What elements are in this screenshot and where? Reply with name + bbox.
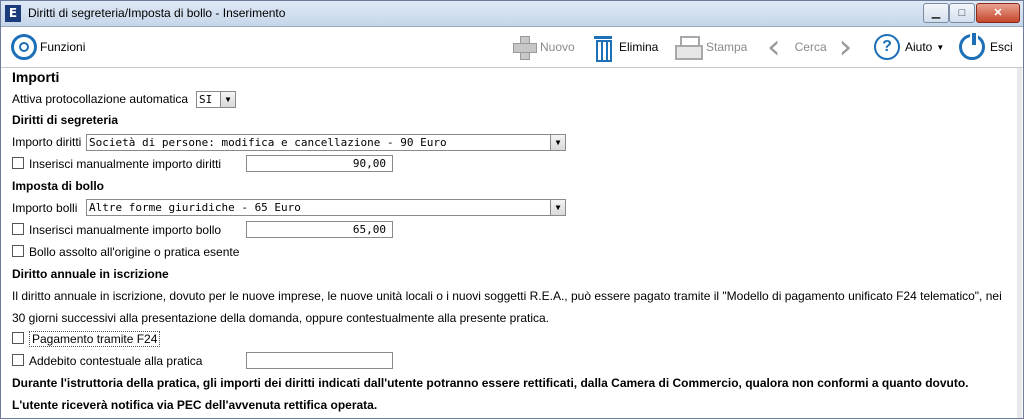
- cerca-label: Cerca: [794, 40, 827, 54]
- manuale-diritti-checkbox[interactable]: [12, 157, 24, 169]
- close-button[interactable]: ✕: [976, 3, 1020, 23]
- app-icon: E: [5, 5, 21, 22]
- bollo-heading: Imposta di bollo: [12, 179, 104, 193]
- plus-icon: [511, 34, 537, 60]
- title-bar: E Diritti di segreteria/Imposta di bollo…: [1, 1, 1023, 27]
- importo-bolli-select[interactable]: Altre forme giuridiche - 65 Euro ▼: [86, 199, 566, 216]
- form-panel: Importi Attiva protocollazione automatic…: [1, 68, 1023, 418]
- importo-diritti-label: Importo diritti: [12, 135, 82, 149]
- maximize-button[interactable]: □: [949, 3, 975, 23]
- toolbar: Funzioni Nuovo Elimina Stampa ‹ Cerca › …: [1, 27, 1023, 68]
- addebito-option[interactable]: Addebito contestuale alla pratica: [12, 354, 202, 368]
- f24-checkbox[interactable]: [12, 332, 24, 344]
- manuale-diritti-label: Inserisci manualmente importo diritti: [29, 157, 222, 171]
- annuale-heading: Diritto annuale in iscrizione: [12, 267, 169, 281]
- f24-option[interactable]: Pagamento tramite F24: [12, 331, 161, 347]
- dropdown-arrow-icon: ▼: [550, 135, 565, 150]
- nuovo-label: Nuovo: [540, 40, 575, 54]
- importo-bolli-value: Altre forme giuridiche - 65 Euro: [89, 201, 301, 214]
- elimina-label: Elimina: [619, 40, 659, 54]
- aiuto-button[interactable]: ? Aiuto ▼: [874, 34, 944, 60]
- importo-bolli-label: Importo bolli: [12, 201, 78, 215]
- f24-label: Pagamento tramite F24: [29, 331, 161, 347]
- app-window: E Diritti di segreteria/Imposta di bollo…: [0, 0, 1024, 419]
- manuale-bollo-label: Inserisci manualmente importo bollo: [29, 223, 222, 237]
- dropdown-arrow-icon: ▼: [220, 92, 235, 107]
- esci-button[interactable]: Esci: [959, 31, 1013, 60]
- esci-label: Esci: [990, 40, 1013, 54]
- power-icon: [959, 31, 985, 60]
- protocollazione-select[interactable]: SI ▼: [196, 91, 236, 108]
- protocollazione-value: SI: [199, 93, 213, 106]
- nuovo-button[interactable]: Nuovo: [511, 34, 575, 60]
- addebito-label: Addebito contestuale alla pratica: [29, 354, 203, 368]
- stampa-button[interactable]: Stampa: [674, 34, 747, 60]
- cerca-button[interactable]: ‹ Cerca ›: [767, 27, 853, 67]
- stampa-label: Stampa: [706, 40, 748, 54]
- manuale-diritti-input[interactable]: 90,00: [246, 155, 393, 172]
- note-line-2: L'utente riceverà notifica via PEC dell'…: [12, 398, 378, 412]
- trash-icon: [593, 34, 613, 62]
- manuale-bollo-input[interactable]: 65,00: [246, 221, 393, 238]
- gear-icon: [11, 34, 37, 60]
- bollo-assolto-label: Bollo assolto all'origine o pratica esen…: [29, 245, 240, 259]
- minimize-button[interactable]: ▁: [923, 3, 949, 23]
- protocollazione-label: Attiva protocollazione automatica: [12, 92, 189, 106]
- help-icon: ?: [874, 34, 900, 60]
- chevron-left-icon: ‹: [767, 27, 781, 67]
- printer-icon: [674, 34, 703, 60]
- bollo-assolto-checkbox[interactable]: [12, 245, 24, 257]
- annuale-text-line-2: 30 giorni successivi alla presentazione …: [12, 311, 549, 325]
- addebito-checkbox[interactable]: [12, 354, 24, 366]
- section-title: Importi: [12, 69, 60, 85]
- elimina-button[interactable]: Elimina: [593, 34, 659, 62]
- importo-diritti-select[interactable]: Società di persone: modifica e cancellaz…: [86, 134, 566, 151]
- manuale-bollo-checkbox[interactable]: [12, 223, 24, 235]
- importo-diritti-value: Società di persone: modifica e cancellaz…: [89, 136, 447, 149]
- chevron-right-icon: ›: [838, 27, 853, 67]
- scrollbar[interactable]: [1017, 68, 1022, 418]
- aiuto-label: Aiuto: [905, 40, 933, 54]
- addebito-input[interactable]: [246, 352, 393, 369]
- annuale-text-line-1: Il diritto annuale in iscrizione, dovuto…: [12, 289, 1002, 303]
- dropdown-arrow-icon: ▼: [550, 200, 565, 215]
- manuale-bollo-option[interactable]: Inserisci manualmente importo bollo: [12, 223, 221, 237]
- manuale-diritti-option[interactable]: Inserisci manualmente importo diritti: [12, 157, 221, 171]
- funzioni-label: Funzioni: [40, 40, 86, 54]
- segreteria-heading: Diritti di segreteria: [12, 113, 119, 127]
- bollo-assolto-option[interactable]: Bollo assolto all'origine o pratica esen…: [12, 245, 239, 259]
- window-title: Diritti di segreteria/Imposta di bollo -…: [28, 6, 286, 20]
- caret-down-icon: ▼: [936, 42, 945, 52]
- note-line-1: Durante l'istruttoria della pratica, gli…: [12, 376, 969, 390]
- funzioni-button[interactable]: Funzioni: [11, 34, 85, 60]
